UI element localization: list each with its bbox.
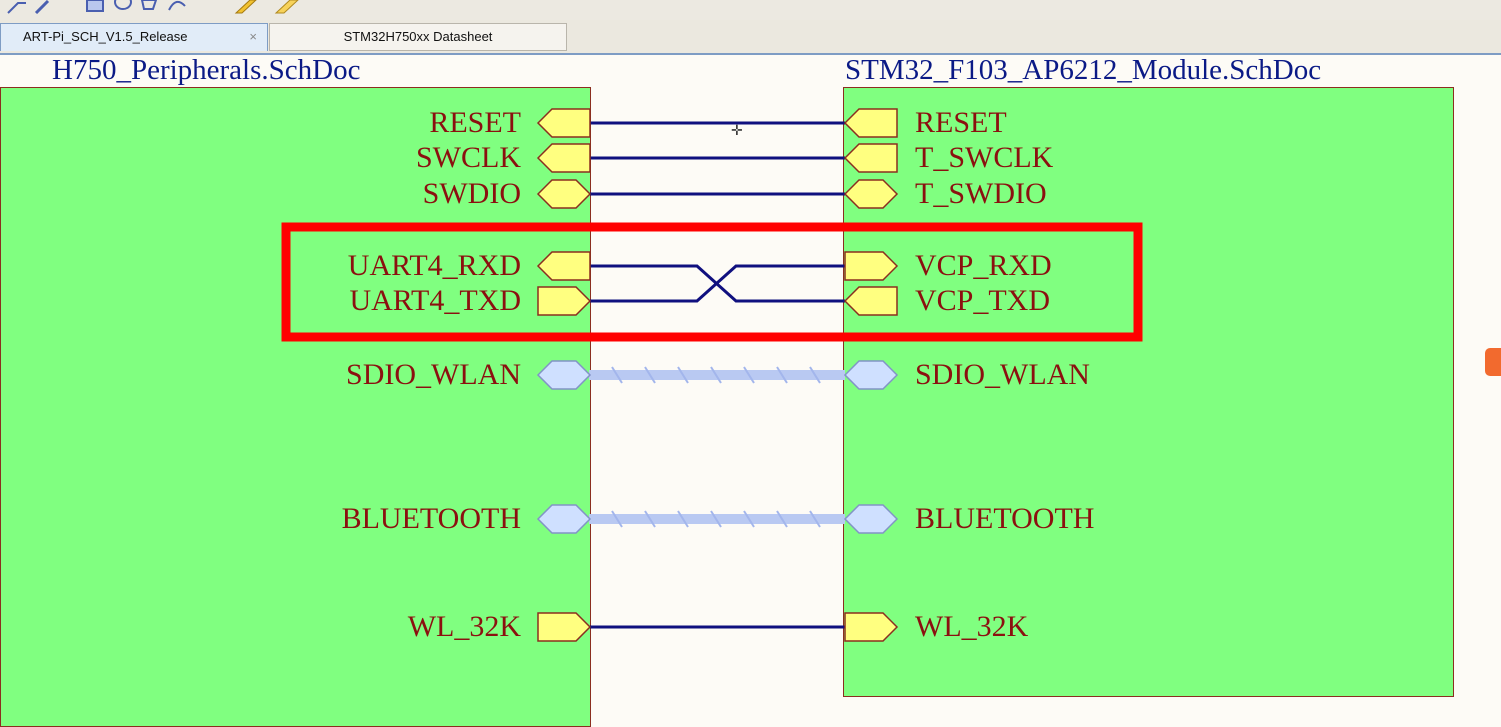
port-left-swclk[interactable] <box>536 143 591 173</box>
bus-bluetooth[interactable] <box>589 510 845 528</box>
port-label-right-bluetooth: BLUETOOTH <box>915 502 1095 535</box>
polygon-tool-icon[interactable] <box>138 0 160 14</box>
port-label-right-sdio-wlan: SDIO_WLAN <box>915 358 1090 391</box>
port-label-right-reset: RESET <box>915 106 1007 139</box>
bus-sdio-wlan[interactable] <box>589 366 845 384</box>
port-label-left-swclk: SWCLK <box>416 141 521 174</box>
tab-label: ART-Pi_SCH_V1.5_Release <box>23 29 188 44</box>
port-right-sdio-wlan[interactable] <box>843 360 899 390</box>
rectangle-tool-icon[interactable] <box>84 0 106 14</box>
port-label-left-sdio-wlan: SDIO_WLAN <box>346 358 521 391</box>
arc-tool-icon[interactable] <box>166 0 188 14</box>
side-panel-tab-icon[interactable] <box>1485 348 1501 376</box>
crosshair-cursor-icon: ✛ <box>731 124 743 139</box>
port-label-right-t-swclk: T_SWCLK <box>915 141 1054 174</box>
port-label-right-vcp-rxd: VCP_RXD <box>915 249 1052 282</box>
port-shapes-right <box>843 108 899 642</box>
port-right-bluetooth[interactable] <box>843 504 899 534</box>
tab-stm32h750-datasheet[interactable]: STM32H750xx Datasheet <box>269 23 567 51</box>
port-left-sdio-wlan[interactable] <box>536 360 592 390</box>
port-label-left-uart4-txd: UART4_TXD <box>349 284 521 317</box>
port-label-right-t-swdio: T_SWDIO <box>915 177 1047 210</box>
port-label-left-wl-32k: WL_32K <box>407 610 521 643</box>
pencil-tool-icon[interactable] <box>232 0 258 14</box>
port-left-uart4-rxd[interactable] <box>536 251 591 281</box>
tab-art-pi-sch[interactable]: ART-Pi_SCH_V1.5_Release × <box>0 23 268 51</box>
port-right-t-swclk[interactable] <box>843 143 898 173</box>
port-label-right-vcp-txd: VCP_TXD <box>915 284 1051 317</box>
port-label-left-uart4-rxd: UART4_RXD <box>347 249 521 282</box>
tab-label: STM32H750xx Datasheet <box>343 29 493 44</box>
port-left-swdio[interactable] <box>536 179 592 209</box>
highlight-box-uart-crossover <box>281 222 1143 342</box>
ellipse-tool-icon[interactable] <box>112 0 134 14</box>
bus-tool-icon[interactable] <box>34 0 56 14</box>
port-right-reset[interactable] <box>843 108 898 138</box>
port-right-vcp-rxd[interactable] <box>844 251 899 281</box>
port-right-vcp-txd[interactable] <box>843 286 898 316</box>
port-left-reset[interactable] <box>536 108 591 138</box>
port-label-left-bluetooth: BLUETOOTH <box>341 502 521 535</box>
port-left-uart4-txd[interactable] <box>537 286 592 316</box>
wire-tool-icon[interactable] <box>6 0 28 14</box>
close-icon[interactable]: × <box>249 24 257 50</box>
schematic-canvas[interactable]: H750_Peripherals.SchDoc STM32_F103_AP621… <box>0 55 1501 727</box>
port-shapes-left <box>536 108 592 642</box>
port-label-right-wl-32k: WL_32K <box>915 610 1029 643</box>
drawing-toolbar <box>0 0 1501 21</box>
document-tab-bar: ART-Pi_SCH_V1.5_Release × STM32H750xx Da… <box>0 20 1501 53</box>
port-left-wl-32k[interactable] <box>537 612 592 642</box>
schematic-drawing <box>281 108 1143 642</box>
port-right-wl-32k[interactable] <box>844 612 899 642</box>
port-left-bluetooth[interactable] <box>536 504 592 534</box>
eraser-tool-icon[interactable] <box>270 0 300 14</box>
port-label-left-reset: RESET <box>429 106 521 139</box>
port-label-left-swdio: SWDIO <box>422 177 521 210</box>
port-right-t-swdio[interactable] <box>843 179 899 209</box>
wire-uart4-txd-to-vcp-rxd[interactable] <box>590 264 845 303</box>
